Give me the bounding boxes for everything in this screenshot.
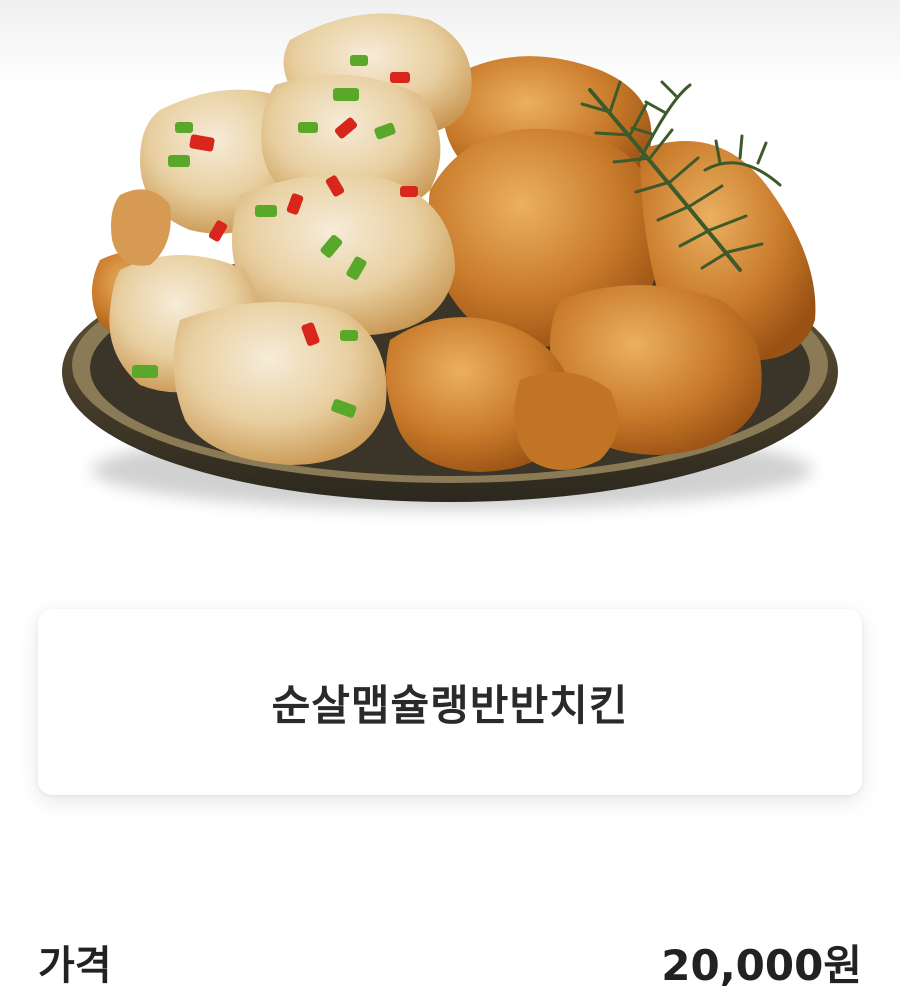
price-label: 가격 [38,943,112,989]
product-detail-page: 순살맵슐랭반반치킨 가격 20,000원 [0,0,900,1007]
price-row: 가격 20,000원 [38,930,862,994]
product-name: 순살맵슐랭반반치킨 [271,680,629,730]
price-value: 20,000원 [661,940,862,990]
product-image [0,0,900,560]
chicken-plate-illustration [62,13,838,510]
product-name-card: 순살맵슐랭반반치킨 [38,609,862,795]
